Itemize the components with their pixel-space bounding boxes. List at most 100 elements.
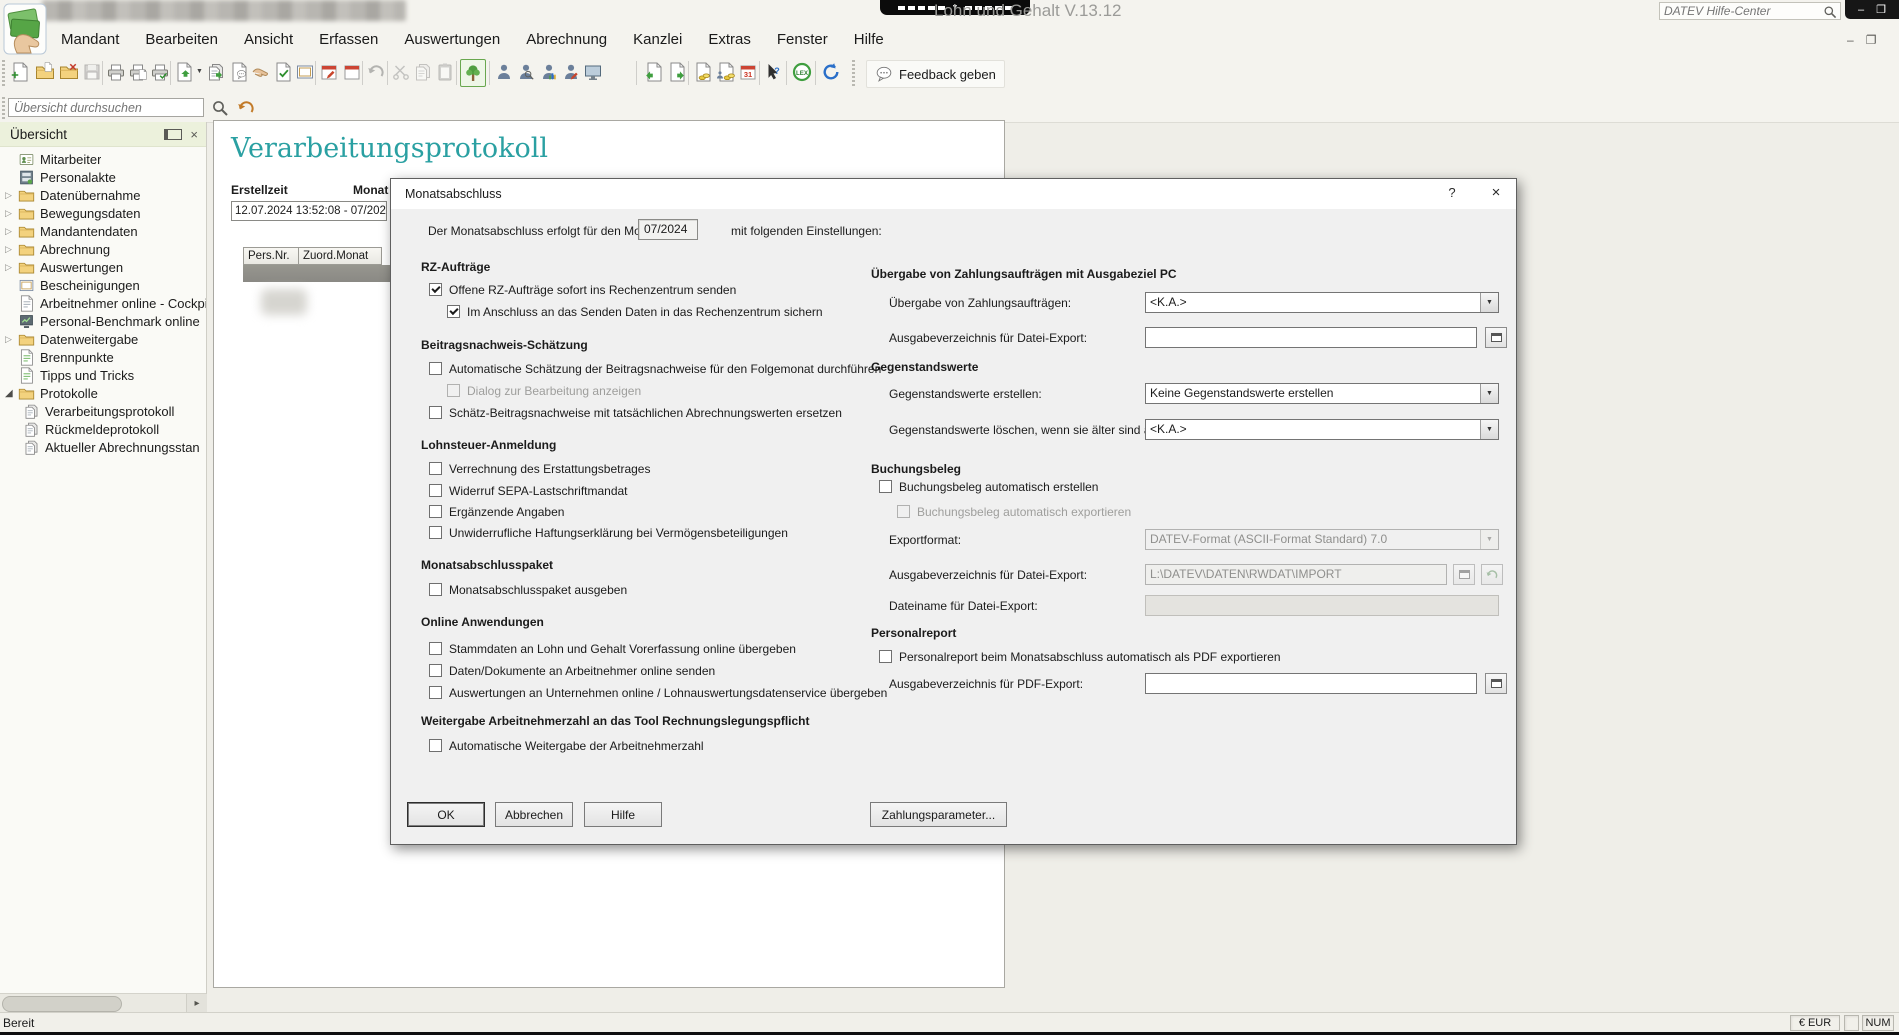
expand-icon[interactable]: ▷ bbox=[5, 262, 18, 273]
reset-search-icon[interactable] bbox=[236, 98, 256, 118]
dialog-titlebar[interactable]: Monatsabschluss ? × bbox=[391, 179, 1516, 209]
checkbox[interactable] bbox=[429, 739, 442, 752]
restore-button[interactable]: ❐ bbox=[1876, 3, 1886, 16]
checkbox[interactable] bbox=[429, 406, 442, 419]
checkbox-row-auto-weitergabe[interactable]: Automatische Weitergabe der Arbeitnehmer… bbox=[429, 738, 704, 753]
task-check-icon[interactable] bbox=[271, 59, 295, 85]
checkbox-row-schaetz-ersetzen[interactable]: Schätz-Beitragsnachweise mit tatsächlich… bbox=[429, 405, 842, 420]
organization-tree-icon[interactable] bbox=[460, 59, 486, 87]
sidebar-item-verarbeitungsprotokoll[interactable]: Verarbeitungsprotokoll bbox=[0, 402, 206, 420]
menu-kanzlei[interactable]: Kanzlei bbox=[620, 29, 695, 51]
print-settings-icon[interactable] bbox=[148, 59, 172, 85]
payroll-employee-icon[interactable] bbox=[714, 59, 738, 85]
minimize-button[interactable]: – bbox=[1858, 4, 1864, 16]
column-header-zuordmonat[interactable]: Zuord.Monat bbox=[298, 247, 382, 265]
refresh-icon[interactable] bbox=[819, 59, 843, 85]
column-header-persnr[interactable]: Pers.Nr. bbox=[243, 247, 299, 265]
checkbox-row-widerruf-sepa[interactable]: Widerruf SEPA-Lastschriftmandat bbox=[429, 483, 628, 498]
scrollbar-thumb[interactable] bbox=[2, 996, 122, 1012]
dropdown-arrow-icon[interactable]: ▼ bbox=[1480, 420, 1498, 439]
export-icon[interactable] bbox=[172, 59, 196, 85]
close-icon[interactable]: × bbox=[190, 128, 198, 141]
new-document-icon[interactable] bbox=[8, 59, 32, 85]
checkbox[interactable] bbox=[429, 362, 442, 375]
dialog-help-button[interactable]: ? bbox=[1443, 184, 1461, 202]
help-button[interactable]: Hilfe bbox=[584, 802, 662, 827]
checkbox[interactable] bbox=[429, 642, 442, 655]
paste-icon[interactable] bbox=[433, 59, 457, 85]
toolbar-grip[interactable] bbox=[2, 60, 5, 88]
protocol-filter-value[interactable]: 12.07.2024 13:52:08 - 07/2024 bbox=[231, 201, 387, 221]
sidebar-item-aktueller-abrechnungsstand[interactable]: Aktueller Abrechnungsstan bbox=[0, 438, 206, 456]
overview-search-input[interactable] bbox=[9, 99, 203, 116]
payroll-icon[interactable] bbox=[691, 59, 715, 85]
checkbox[interactable] bbox=[429, 664, 442, 677]
checkbox[interactable] bbox=[429, 462, 442, 475]
checkbox[interactable] bbox=[447, 384, 460, 397]
checkbox-row-anschluss-sichern[interactable]: Im Anschluss an das Senden Daten in das … bbox=[447, 304, 823, 319]
search-grip[interactable] bbox=[2, 97, 5, 119]
checkbox-row-dialog-bearbeitung[interactable]: Dialog zur Bearbeitung anzeigen bbox=[447, 383, 641, 398]
sidebar-item-arbeitnehmer-online[interactable]: Arbeitnehmer online - Cockpit bbox=[0, 294, 206, 312]
menu-mandant[interactable]: Mandant bbox=[48, 29, 132, 51]
expand-icon[interactable]: ▷ bbox=[5, 208, 18, 219]
sidebar-item-datenweitergabe[interactable]: ▷Datenweitergabe bbox=[0, 330, 206, 348]
checkbox-row-offene-rz[interactable]: Offene RZ-Aufträge sofort ins Rechenzent… bbox=[429, 282, 736, 297]
menu-abrechnung[interactable]: Abrechnung bbox=[513, 29, 620, 51]
sidebar-item-tipps-und-tricks[interactable]: Tipps und Tricks bbox=[0, 366, 206, 384]
menu-extras[interactable]: Extras bbox=[695, 29, 764, 51]
cancel-button[interactable]: Abbrechen bbox=[495, 802, 573, 827]
import-document-icon[interactable] bbox=[642, 59, 666, 85]
dropdown-arrow-icon[interactable]: ▼ bbox=[1480, 384, 1498, 403]
ok-button[interactable]: OK bbox=[407, 802, 485, 827]
gw-erstellen-dropdown[interactable]: Keine Gegenstandswerte erstellen ▼ bbox=[1145, 383, 1499, 404]
employee-edit-icon[interactable] bbox=[559, 59, 583, 85]
sidebar-item-datenuebernahme[interactable]: ▷Datenübernahme bbox=[0, 186, 206, 204]
checkbox[interactable] bbox=[429, 283, 442, 296]
payment-parameters-button[interactable]: Zahlungsparameter... bbox=[870, 802, 1007, 827]
expand-icon[interactable]: ▷ bbox=[5, 244, 18, 255]
checkbox[interactable] bbox=[429, 505, 442, 518]
sidebar-item-mandantendaten[interactable]: ▷Mandantendaten bbox=[0, 222, 206, 240]
workplace-icon[interactable] bbox=[581, 59, 605, 85]
checkbox[interactable] bbox=[429, 484, 442, 497]
collapse-icon[interactable]: ◢ bbox=[5, 388, 18, 399]
mdi-restore-button[interactable]: ❐ bbox=[1866, 33, 1877, 47]
toolbar-grip[interactable] bbox=[852, 60, 855, 88]
checkbox-row-auto-schaetzung[interactable]: Automatische Schätzung der Beitragsnachw… bbox=[429, 361, 881, 376]
dropdown-arrow-icon[interactable]: ▼ bbox=[1480, 293, 1498, 312]
context-help-icon[interactable]: ? bbox=[761, 59, 785, 85]
data-transfer-icon[interactable] bbox=[204, 59, 228, 85]
menu-bearbeiten[interactable]: Bearbeiten bbox=[132, 29, 231, 51]
open-file-icon[interactable] bbox=[33, 59, 57, 85]
table-row-selected[interactable] bbox=[243, 265, 393, 282]
employee-search-icon[interactable] bbox=[514, 59, 538, 85]
sidebar-item-auswertungen[interactable]: ▷Auswertungen bbox=[0, 258, 206, 276]
ausgabe-datei-input[interactable] bbox=[1145, 327, 1477, 348]
save-icon[interactable] bbox=[80, 59, 104, 85]
help-center-search-input[interactable] bbox=[1660, 4, 1822, 18]
sidebar-item-personalakte[interactable]: Personalakte bbox=[0, 168, 206, 186]
overview-search-box[interactable] bbox=[8, 98, 204, 117]
lexinform-icon[interactable] bbox=[790, 59, 814, 85]
sidebar-item-bescheinigungen[interactable]: Bescheinigungen bbox=[0, 276, 206, 294]
pin-icon[interactable] bbox=[164, 129, 182, 140]
employee-report-icon[interactable] bbox=[537, 59, 561, 85]
checkbox-row-paket-ausgeben[interactable]: Monatsabschlusspaket ausgeben bbox=[429, 582, 627, 597]
checkbox-row-auswertungen-online[interactable]: Auswertungen an Unternehmen online / Loh… bbox=[429, 685, 887, 700]
feedback-button[interactable]: Feedback geben bbox=[866, 60, 1005, 88]
checkbox-row-buchungsbeleg-exportieren[interactable]: Buchungsbeleg automatisch exportieren bbox=[897, 504, 1131, 519]
employee-icon[interactable] bbox=[492, 59, 516, 85]
search-icon[interactable] bbox=[1822, 4, 1838, 20]
checkbox[interactable] bbox=[429, 526, 442, 539]
checkbox[interactable] bbox=[897, 505, 910, 518]
calendar-icon[interactable] bbox=[340, 59, 364, 85]
menu-hilfe[interactable]: Hilfe bbox=[841, 29, 897, 51]
checkbox-row-personalreport-pdf[interactable]: Personalreport beim Monatsabschluss auto… bbox=[879, 649, 1281, 664]
mdi-minimize-button[interactable]: – bbox=[1847, 33, 1854, 47]
checkbox[interactable] bbox=[447, 305, 460, 318]
print-icon[interactable] bbox=[104, 59, 128, 85]
expand-icon[interactable]: ▷ bbox=[5, 190, 18, 201]
sidebar-item-mitarbeiter[interactable]: Mitarbeiter bbox=[0, 150, 206, 168]
cut-icon[interactable] bbox=[389, 59, 413, 85]
